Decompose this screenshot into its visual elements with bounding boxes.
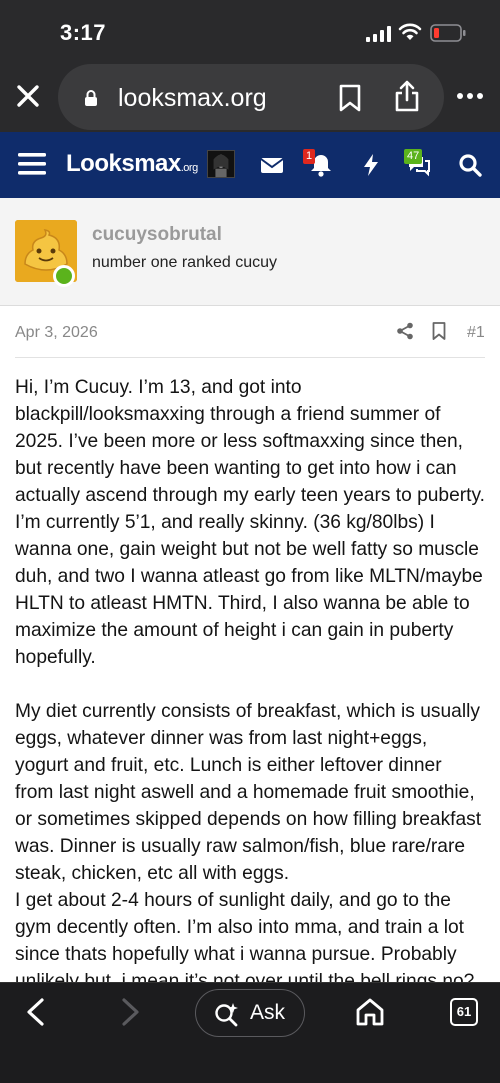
url-text: looksmax.org [118,84,267,112]
post-author-header: cucuysobrutal number one ranked cucuy [0,198,500,306]
battery-icon [430,24,466,42]
logo-lo: Lo [66,150,95,177]
ask-label: Ask [250,1001,286,1024]
post-paragraph: My diet currently consists of breakfast,… [15,701,482,884]
back-icon[interactable] [24,997,48,1027]
home-icon[interactable] [355,997,385,1027]
wifi-icon [398,23,422,40]
menu-icon[interactable] [18,152,46,176]
lock-icon [85,90,97,106]
lightning-icon[interactable] [358,152,384,178]
forward-icon[interactable] [118,997,142,1027]
close-icon[interactable] [14,82,42,110]
post-meta: Apr 3, 2026 #1 [15,322,485,358]
address-bar[interactable]: looksmax.org [58,64,444,130]
account-avatar[interactable] [207,150,235,178]
post-date[interactable]: Apr 3, 2026 [15,324,98,342]
conversations-badge: 47 [404,149,423,164]
status-bar: 3:17 [0,0,500,62]
tabs-button[interactable]: 61 [450,998,478,1026]
post-number[interactable]: #1 [467,324,485,342]
logo-rest: ksmax [108,150,182,177]
share-icon[interactable] [393,80,421,112]
share-post-icon[interactable] [396,322,414,340]
online-status-indicator [53,265,75,287]
site-logo[interactable]: Looksmax.org [66,150,198,178]
post-paragraph: I get about 2-4 hours of sunlight daily,… [15,890,475,982]
bookmark-icon[interactable] [338,84,362,112]
envelope-icon[interactable] [259,152,285,178]
post-username[interactable]: cucuysobrutal [92,224,222,246]
logo-tld: .org [180,162,198,174]
ask-button[interactable]: Ask [195,989,305,1037]
browser-toolbar: looksmax.org [0,62,500,132]
bookmark-post-icon[interactable] [432,322,446,340]
browser-bottom-toolbar: Ask 61 [0,982,500,1083]
site-navbar: Looksmax.org 1 47 [0,132,500,198]
search-icon[interactable] [457,152,483,178]
thread-content: cucuysobrutal number one ranked cucuy Ap… [0,198,500,982]
logo-o: o [94,150,109,177]
cellular-signal-icon [366,26,391,42]
status-time: 3:17 [60,20,107,45]
user-title: number one ranked cucuy [92,254,277,271]
post-paragraph: Hi, I’m Cucuy. I’m 13, and got into blac… [15,377,485,668]
sparkle-search-icon [215,1003,238,1027]
post-body: Hi, I’m Cucuy. I’m 13, and got into blac… [15,374,485,982]
alerts-badge: 1 [303,149,316,164]
more-options-icon[interactable] [456,92,484,100]
